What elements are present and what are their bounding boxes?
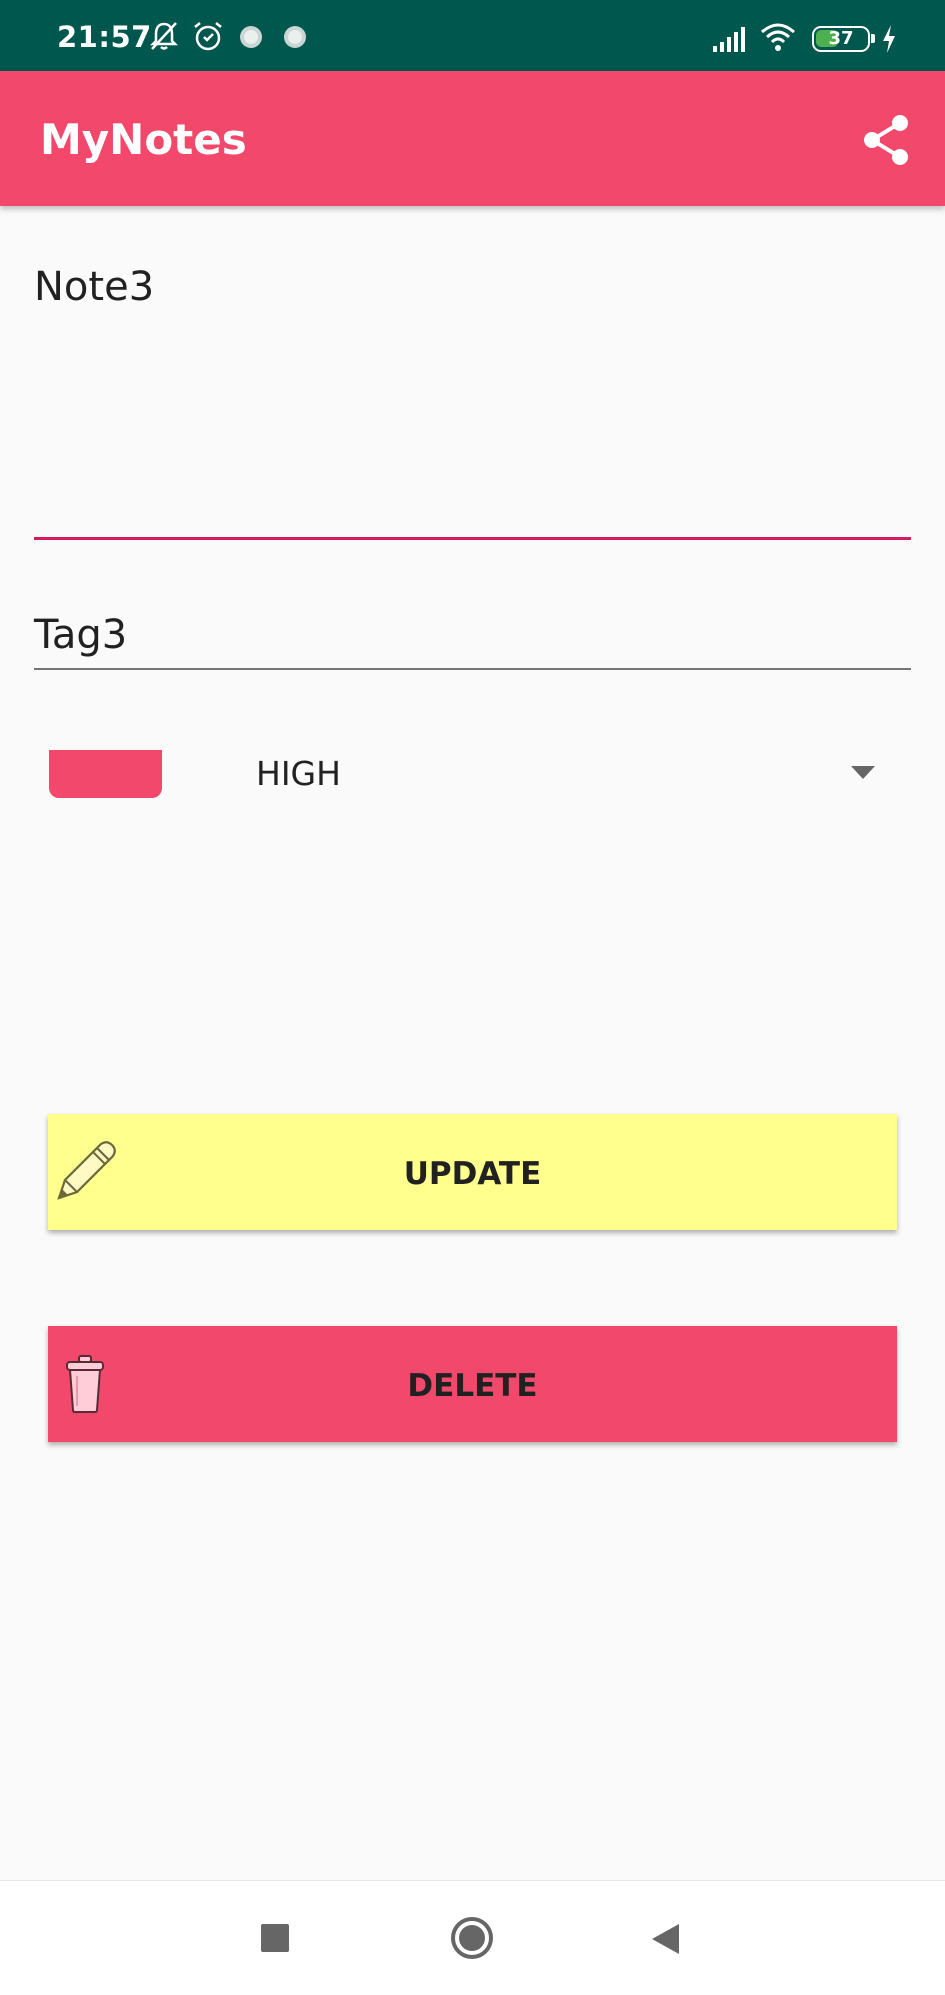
status-bar: 21:57 37 [0,0,945,71]
notification-dot-icon [240,26,262,48]
battery-icon: 37 [812,26,875,52]
priority-selected-value: HIGH [256,754,341,793]
tag-text: Tag3 [34,612,128,658]
battery-level: 37 [828,28,854,49]
app-title: MyNotes [40,115,247,164]
muted-bell-icon [149,22,179,50]
delete-button[interactable]: DELETE [48,1326,897,1442]
back-triangle-icon[interactable] [650,1923,680,1955]
home-circle-icon[interactable] [450,1916,494,1960]
signal-icon [713,27,745,52]
notification-dot-icon [284,26,306,48]
tag-field[interactable]: Tag3 [34,600,911,670]
screen: 21:57 37 MyNotes Note3 Tag3 HIGH UPDATE … [0,0,945,1995]
share-icon[interactable] [860,113,912,167]
update-button-label: UPDATE [403,1156,542,1192]
note-field[interactable]: Note3 [34,250,911,540]
delete-button-label: DELETE [407,1368,538,1404]
update-button[interactable]: UPDATE [48,1114,897,1230]
charging-icon [883,25,895,53]
wifi-icon [761,23,795,51]
recents-square-icon[interactable] [260,1923,290,1953]
app-bar: MyNotes [0,71,945,206]
alarm-icon [194,22,222,51]
dropdown-arrow-icon [851,766,875,779]
status-time: 21:57 [57,20,152,54]
note-text: Note3 [34,264,155,310]
priority-spinner[interactable]: HIGH [34,740,911,810]
priority-color-swatch [49,750,162,798]
navigation-bar [0,1880,945,1995]
